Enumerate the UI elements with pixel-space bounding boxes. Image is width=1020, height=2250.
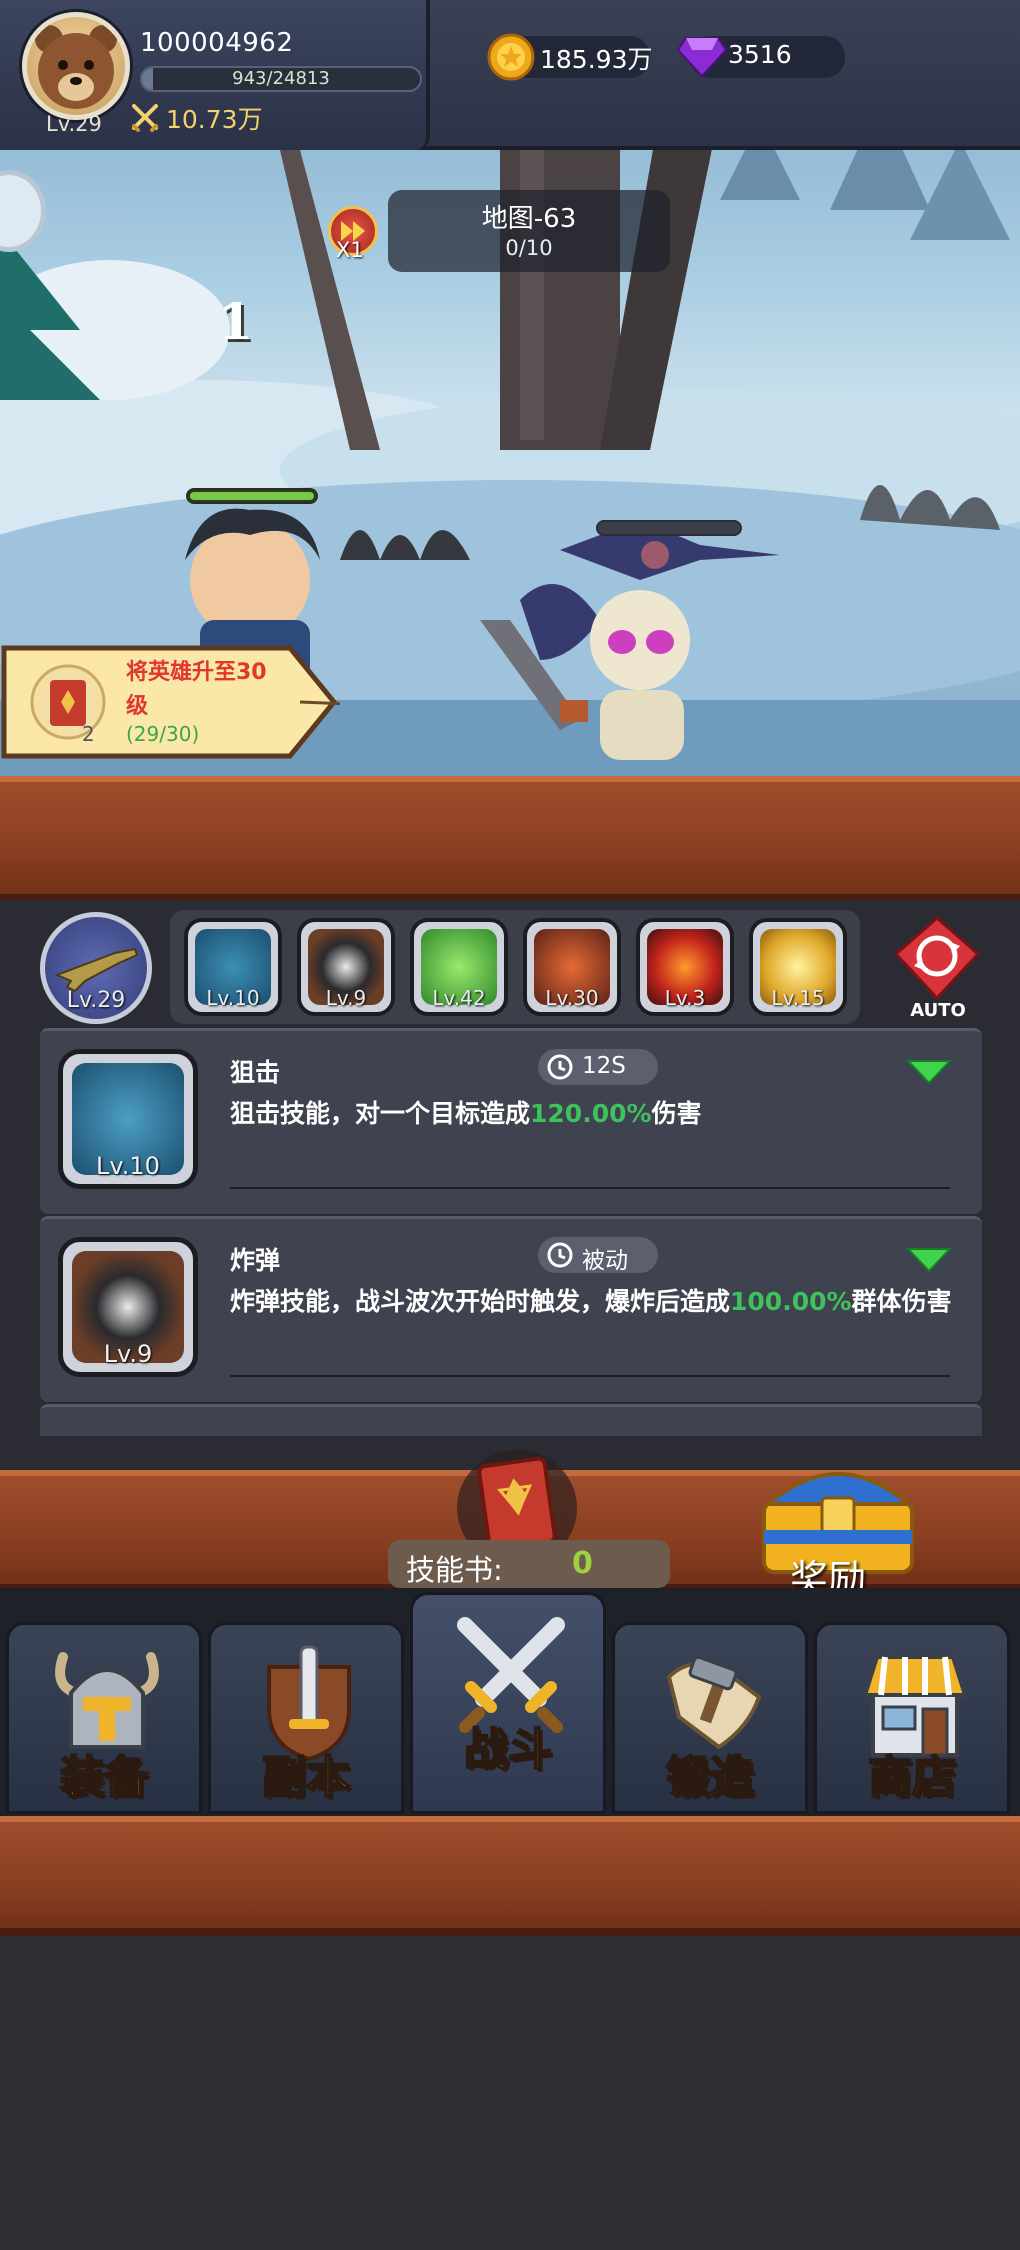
bear-avatar-icon: [35, 25, 117, 109]
player-level-label: Lv.29: [46, 112, 102, 136]
skill-desc-value: 100.00%: [730, 1287, 852, 1316]
weapon-level: Lv.29: [66, 988, 126, 1013]
nav-tab-equipment[interactable]: 装备: [6, 1622, 202, 1814]
nav-label: 商店: [867, 1751, 957, 1804]
skill-description: 狙击技能，对一个目标造成120.00%伤害: [230, 1097, 970, 1130]
skill-card-bomb[interactable]: Lv.9 炸弹 被动 炸弹技能，战斗波次开始时触发，爆炸后造成100.00%群体…: [40, 1216, 982, 1402]
skill-desc-text: 狙击技能，对一个目标造成: [230, 1099, 531, 1128]
skill-slot-level: Lv.9: [325, 986, 367, 1010]
xp-bar: 943/24813: [140, 66, 422, 92]
skill-slot-3[interactable]: Lv.42: [410, 918, 508, 1016]
map-progress: 0/10: [505, 236, 553, 260]
skill-slot-1[interactable]: Lv.10: [184, 918, 282, 1016]
skill-slot-5[interactable]: Lv.3: [636, 918, 734, 1016]
bottom-empty-area: [0, 1936, 1020, 2250]
gem-value: 3516: [728, 40, 792, 69]
skill-slot-level: Lv.15: [771, 986, 825, 1010]
quest-count: 2: [82, 722, 95, 746]
skill-book-label: 技能书:: [406, 1553, 503, 1587]
skill-desc-text: 群体伤害: [851, 1287, 952, 1316]
skill-passive-tag: 被动: [538, 1237, 658, 1274]
skill-card-sniper[interactable]: Lv.10 狙击 12S 狙击技能，对一个目标造成120.00%伤害: [40, 1028, 982, 1214]
nav-tab-dungeon[interactable]: 副本: [208, 1622, 404, 1814]
coin-value: 185.93万: [540, 45, 653, 74]
skill-name: 炸弹: [230, 1246, 281, 1275]
skill-book-icon: [30, 664, 106, 740]
nav-tab-shop[interactable]: 商店: [814, 1622, 1010, 1814]
nav-tab-forge[interactable]: 锻造: [612, 1622, 808, 1814]
skill-cooldown-text: 12S: [582, 1053, 626, 1079]
skill-card-level: Lv.9: [103, 1340, 153, 1368]
skill-book-counter: 技能书: 0: [388, 1540, 670, 1588]
gold-coin-icon: [487, 33, 535, 81]
map-title: 地图-63: [481, 204, 577, 234]
skill-card-icon: Lv.10: [58, 1049, 198, 1189]
skill-book-value: 0: [572, 1546, 593, 1581]
skill-slot-level: Lv.10: [206, 986, 260, 1010]
auto-button[interactable]: [890, 914, 984, 1008]
nav-tab-battle[interactable]: 战斗: [410, 1592, 606, 1814]
combat-power-value: 10.73万: [166, 105, 263, 134]
skill-desc-value: 120.00%: [530, 1099, 652, 1128]
wood-divider-top: [0, 776, 1020, 902]
purple-gem-icon: [676, 37, 728, 78]
skill-passive-text: 被动: [582, 1248, 628, 1274]
clock-icon: [547, 1054, 573, 1080]
clock-icon: [547, 1242, 573, 1268]
skill-cooldown-tag: 12S: [538, 1049, 658, 1085]
skill-slot-4[interactable]: Lv.30: [523, 918, 621, 1016]
quest-text: 将英雄升至30级: [126, 660, 267, 719]
map-info-panel: 地图-63 0/10: [388, 190, 670, 272]
nav-label: 装备: [59, 1751, 149, 1804]
skill-card-icon: Lv.9: [58, 1237, 198, 1377]
skill-slot-level: Lv.42: [432, 986, 486, 1010]
player-avatar[interactable]: [22, 12, 130, 120]
skill-slot-level: Lv.30: [545, 986, 599, 1010]
expand-arrow-icon[interactable]: [906, 1245, 952, 1273]
nav-label: 锻造: [665, 1751, 755, 1804]
nav-label: 副本: [261, 1751, 351, 1804]
hero-health-bar: [186, 488, 318, 504]
skill-slot-6[interactable]: Lv.15: [749, 918, 847, 1016]
player-id: 100004962: [140, 28, 294, 58]
quest-progress: (29/30): [126, 722, 200, 746]
wave-number: 1: [218, 292, 253, 351]
skill-card-partial[interactable]: [40, 1404, 982, 1436]
card-divider: [230, 1375, 950, 1377]
skill-desc-text: 炸弹技能，战斗波次开始时触发，爆炸后造成: [230, 1287, 731, 1316]
auto-label: AUTO: [910, 1000, 966, 1021]
skill-slot-level: Lv.3: [664, 986, 706, 1010]
nav-label: 战斗: [463, 1723, 553, 1776]
wood-divider-bottom: [0, 1816, 1020, 1936]
skill-card-level: Lv.10: [96, 1152, 160, 1180]
xp-text: 943/24813: [232, 68, 330, 89]
skill-description: 炸弹技能，战斗波次开始时触发，爆炸后造成100.00%群体伤害: [230, 1285, 970, 1318]
enemy-health-bar: [596, 520, 742, 536]
crossed-swords-power-icon: [132, 104, 158, 132]
card-divider: [230, 1187, 950, 1189]
speed-label: X1: [336, 238, 364, 262]
skill-name: 狙击: [230, 1058, 281, 1087]
skill-desc-text: 伤害: [651, 1099, 702, 1128]
game-root: { "player": { "id": "100004962", "level_…: [0, 0, 1020, 2250]
hero-health-fill: [190, 492, 314, 500]
expand-arrow-icon[interactable]: [906, 1057, 952, 1085]
skill-slot-2[interactable]: Lv.9: [297, 918, 395, 1016]
